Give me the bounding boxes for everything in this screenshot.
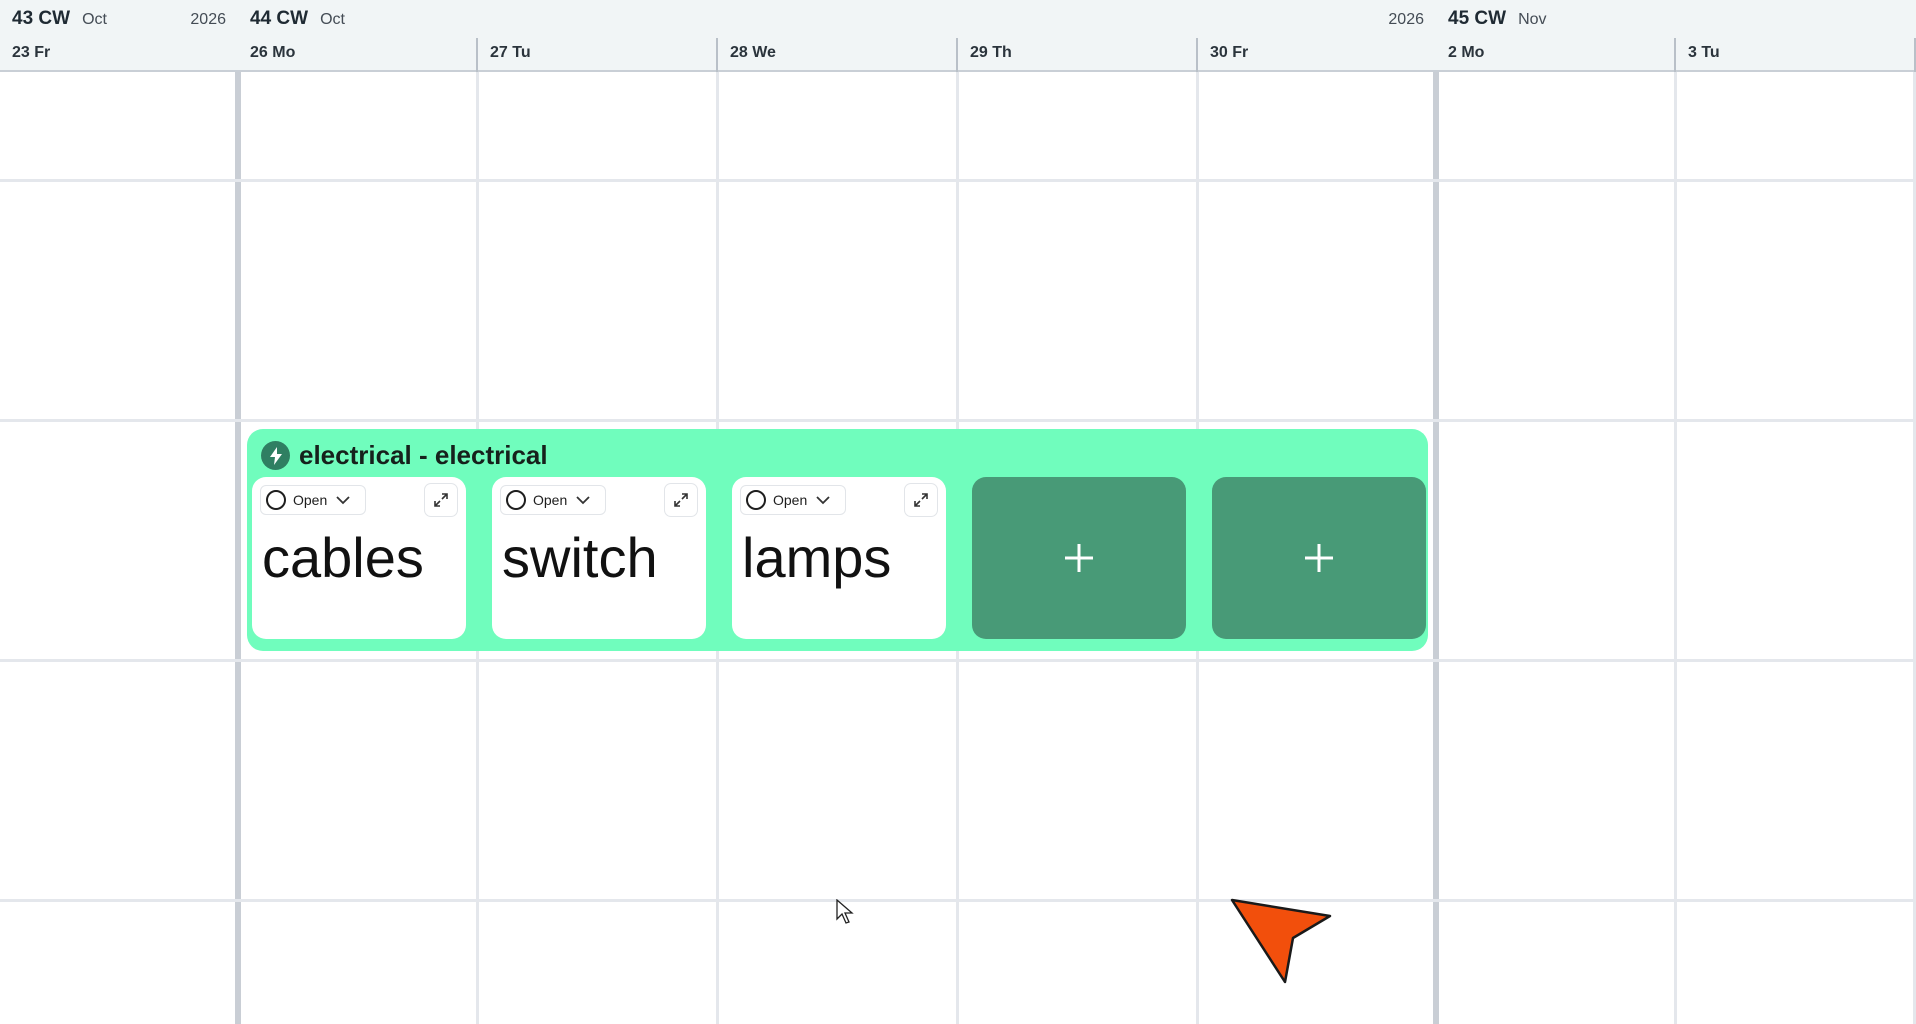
week-number: 44 CW bbox=[250, 8, 309, 29]
add-task-button[interactable] bbox=[972, 477, 1186, 639]
day-divider bbox=[1196, 38, 1198, 72]
task-title: cables bbox=[262, 526, 424, 589]
day-divider bbox=[716, 38, 718, 72]
cursor-arrow-icon bbox=[1230, 898, 1332, 984]
plus-icon bbox=[1305, 544, 1333, 572]
day-label-29-th: 29 Th bbox=[970, 44, 1012, 61]
day-label-28-we: 28 We bbox=[730, 44, 776, 61]
status-dropdown[interactable]: Open bbox=[260, 485, 366, 515]
group-title: electrical - electrical bbox=[299, 440, 548, 470]
day-label-27-tu: 27 Tu bbox=[490, 44, 531, 61]
chevron-down-icon bbox=[815, 495, 831, 505]
day-divider bbox=[1674, 72, 1677, 1024]
status-label: Open bbox=[533, 492, 568, 508]
expand-button[interactable] bbox=[664, 483, 698, 517]
week-number: 45 CW bbox=[1448, 8, 1507, 29]
task-card-cables[interactable]: Open cables bbox=[252, 477, 466, 639]
chevron-down-icon bbox=[335, 495, 351, 505]
task-title: switch bbox=[502, 526, 658, 589]
status-circle-icon bbox=[266, 490, 286, 510]
day-label-3-tu: 3 Tu bbox=[1688, 44, 1720, 61]
row-divider bbox=[0, 899, 1916, 902]
task-card-lamps[interactable]: Open lamps bbox=[732, 477, 946, 639]
mouse-pointer-icon bbox=[836, 899, 854, 924]
task-title: lamps bbox=[742, 526, 892, 589]
week-year: 2026 bbox=[190, 11, 226, 28]
day-divider bbox=[476, 38, 478, 72]
chevron-down-icon bbox=[575, 495, 591, 505]
day-label-23-fr: 23 Fr bbox=[12, 44, 51, 61]
task-group-electrical[interactable]: electrical - electrical Open cables Open bbox=[247, 429, 1428, 651]
group-header[interactable]: electrical - electrical bbox=[261, 440, 548, 471]
day-label-2-mo: 2 Mo bbox=[1448, 44, 1485, 61]
week-number: 43 CW bbox=[12, 8, 71, 29]
lightning-bolt-icon bbox=[261, 441, 290, 470]
row-divider bbox=[0, 179, 1916, 182]
day-label-26-mo: 26 Mo bbox=[250, 44, 296, 61]
add-task-button[interactable] bbox=[1212, 477, 1426, 639]
day-divider bbox=[956, 38, 958, 72]
week-year: 2026 bbox=[1388, 11, 1424, 28]
week-month: Nov bbox=[1518, 11, 1547, 28]
week-divider bbox=[235, 72, 241, 1024]
row-divider bbox=[0, 659, 1916, 662]
expand-icon bbox=[914, 493, 928, 507]
day-divider bbox=[1674, 38, 1676, 72]
status-circle-icon bbox=[506, 490, 526, 510]
week-header-43: 43 CW Oct 2026 23 Fr bbox=[0, 0, 238, 72]
expand-button[interactable] bbox=[904, 483, 938, 517]
week-divider bbox=[1433, 72, 1439, 1024]
week-header-45: 45 CW Nov 2 Mo 3 Tu bbox=[1436, 0, 1916, 72]
week-month: Oct bbox=[320, 11, 345, 28]
day-label-30-fr: 30 Fr bbox=[1210, 44, 1249, 61]
expand-button[interactable] bbox=[424, 483, 458, 517]
task-card-switch[interactable]: Open switch bbox=[492, 477, 706, 639]
expand-icon bbox=[434, 493, 448, 507]
row-divider bbox=[0, 419, 1916, 422]
status-dropdown[interactable]: Open bbox=[740, 485, 846, 515]
status-label: Open bbox=[293, 492, 328, 508]
status-label: Open bbox=[773, 492, 808, 508]
status-dropdown[interactable]: Open bbox=[500, 485, 606, 515]
status-circle-icon bbox=[746, 490, 766, 510]
week-month: Oct bbox=[82, 11, 107, 28]
expand-icon bbox=[674, 493, 688, 507]
plus-icon bbox=[1065, 544, 1093, 572]
week-header-44: 44 CW Oct 2026 26 Mo 27 Tu 28 We 29 Th 3… bbox=[238, 0, 1436, 72]
